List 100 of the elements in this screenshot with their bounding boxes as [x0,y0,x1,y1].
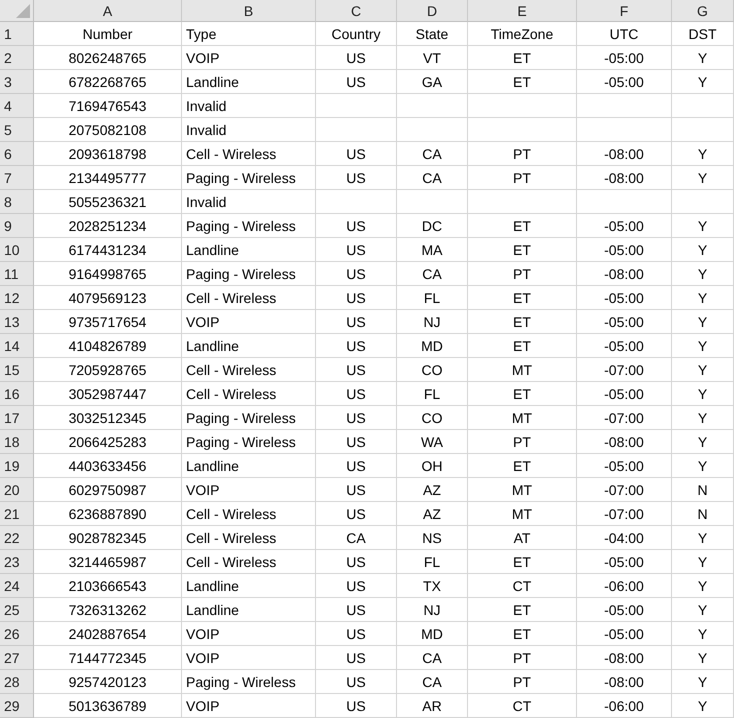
column-header[interactable]: G [672,0,734,22]
table-cell: Landline [182,70,316,94]
table-cell: 2075082108 [34,118,182,142]
column-header[interactable]: F [577,0,672,22]
table-cell: 6174431234 [34,238,182,262]
table-cell: -05:00 [577,310,672,334]
table-cell: 4403633456 [34,454,182,478]
table-cell: US [316,502,397,526]
table-cell: Paging - Wireless [182,406,316,430]
column-header[interactable]: D [397,0,468,22]
table-cell: GA [397,70,468,94]
table-cell: US [316,46,397,70]
table-cell: Number [34,22,182,46]
table-cell: US [316,598,397,622]
row-header[interactable]: 10 [0,238,34,262]
row-header[interactable]: 17 [0,406,34,430]
table-cell: TimeZone [468,22,577,46]
table-cell: Paging - Wireless [182,214,316,238]
table-cell: -07:00 [577,502,672,526]
table-cell: FL [397,550,468,574]
table-cell: VOIP [182,310,316,334]
row-header[interactable]: 11 [0,262,34,286]
table-cell: AT [468,526,577,550]
table-cell: Y [672,70,734,94]
table-cell: -07:00 [577,478,672,502]
column-header[interactable]: B [182,0,316,22]
table-cell: 6782268765 [34,70,182,94]
column-header[interactable]: A [34,0,182,22]
table-cell: CA [397,166,468,190]
row-header[interactable]: 28 [0,670,34,694]
empty-cell [397,190,468,214]
table-cell: Y [672,550,734,574]
row-header[interactable]: 6 [0,142,34,166]
select-all-button[interactable] [0,0,34,22]
row-header[interactable]: 19 [0,454,34,478]
table-cell: Cell - Wireless [182,526,316,550]
row-header[interactable]: 5 [0,118,34,142]
row-header[interactable]: 7 [0,166,34,190]
table-cell: Landline [182,334,316,358]
row-header[interactable]: 27 [0,646,34,670]
table-cell: Invalid [182,118,316,142]
table-cell: ET [468,310,577,334]
table-cell: 2066425283 [34,430,182,454]
table-cell: 9735717654 [34,310,182,334]
row-header[interactable]: 16 [0,382,34,406]
column-header[interactable]: C [316,0,397,22]
table-cell: Y [672,430,734,454]
table-cell: ET [468,238,577,262]
table-cell: Paging - Wireless [182,670,316,694]
table-cell: Y [672,238,734,262]
row-header[interactable]: 9 [0,214,34,238]
table-cell: -06:00 [577,694,672,718]
row-header[interactable]: 2 [0,46,34,70]
row-header[interactable]: 18 [0,430,34,454]
row-header[interactable]: 4 [0,94,34,118]
table-cell: Y [672,262,734,286]
table-cell: CA [397,142,468,166]
row-header[interactable]: 22 [0,526,34,550]
row-header[interactable]: 15 [0,358,34,382]
column-header[interactable]: E [468,0,577,22]
row-header[interactable]: 3 [0,70,34,94]
table-cell: Paging - Wireless [182,430,316,454]
table-cell: Cell - Wireless [182,286,316,310]
table-cell: US [316,478,397,502]
table-cell: Y [672,406,734,430]
table-cell: 7169476543 [34,94,182,118]
row-header[interactable]: 8 [0,190,34,214]
row-header[interactable]: 21 [0,502,34,526]
row-header[interactable]: 12 [0,286,34,310]
table-cell: 7205928765 [34,358,182,382]
table-cell: Landline [182,574,316,598]
table-cell: FL [397,382,468,406]
table-cell: US [316,262,397,286]
table-cell: CO [397,406,468,430]
table-cell: US [316,70,397,94]
table-cell: 2103666543 [34,574,182,598]
table-cell: Y [672,574,734,598]
row-header[interactable]: 25 [0,598,34,622]
table-cell: -05:00 [577,238,672,262]
table-cell: ET [468,382,577,406]
table-cell: Landline [182,238,316,262]
row-header[interactable]: 26 [0,622,34,646]
row-header[interactable]: 23 [0,550,34,574]
table-cell: -07:00 [577,406,672,430]
row-header[interactable]: 13 [0,310,34,334]
row-header[interactable]: 1 [0,22,34,46]
table-cell: MT [468,478,577,502]
table-cell: 7144772345 [34,646,182,670]
table-cell: NS [397,526,468,550]
row-header[interactable]: 24 [0,574,34,598]
table-cell: Landline [182,454,316,478]
row-header[interactable]: 20 [0,478,34,502]
row-header[interactable]: 29 [0,694,34,718]
table-cell: VOIP [182,694,316,718]
row-header[interactable]: 14 [0,334,34,358]
table-cell: 3052987447 [34,382,182,406]
empty-cell [397,118,468,142]
table-cell: 5013636789 [34,694,182,718]
table-cell: 4079569123 [34,286,182,310]
table-cell: -05:00 [577,334,672,358]
